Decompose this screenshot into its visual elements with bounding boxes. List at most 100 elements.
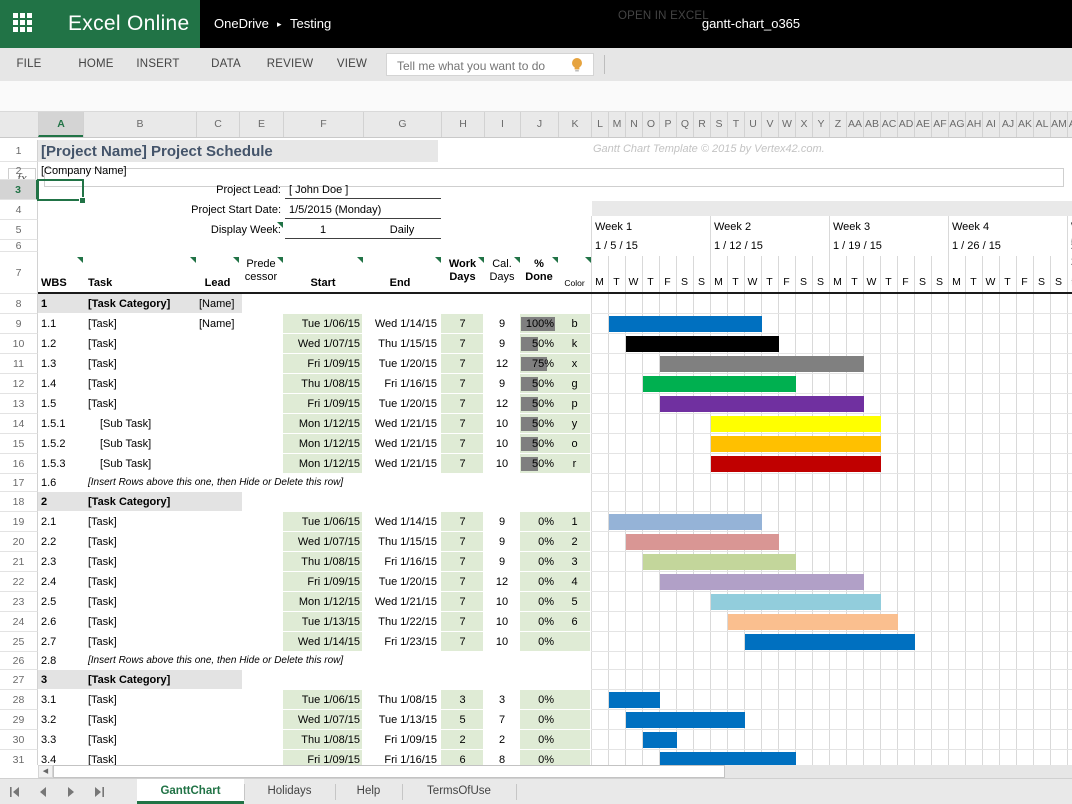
cell-color-key[interactable]: 5: [558, 592, 591, 612]
cell-done[interactable]: 50%: [520, 434, 554, 454]
cell-end[interactable]: Thu 1/15/15: [363, 532, 437, 552]
cell-start[interactable]: Tue 1/06/15: [283, 690, 360, 710]
cell-end[interactable]: Tue 1/20/15: [363, 394, 437, 414]
cell-caldays[interactable]: 9: [484, 512, 520, 532]
cell-start[interactable]: Fri 1/09/15: [283, 750, 360, 765]
cell-wbs[interactable]: 1.2: [41, 334, 56, 354]
column-header-AF[interactable]: AF: [931, 112, 948, 137]
cell-caldays[interactable]: 12: [484, 572, 520, 592]
menu-insert[interactable]: INSERT: [136, 48, 179, 81]
cell-caldays[interactable]: 9: [484, 334, 520, 354]
row-header-23[interactable]: 23: [0, 592, 38, 612]
cell-end[interactable]: Fri 1/16/15: [363, 750, 437, 765]
cell-end[interactable]: Tue 1/20/15: [363, 572, 437, 592]
cell-done[interactable]: 0%: [520, 730, 554, 750]
cell-lead[interactable]: [Name]: [199, 314, 234, 334]
column-header-AN[interactable]: AN: [1067, 112, 1072, 137]
row-header-6[interactable]: 6: [0, 240, 38, 252]
company-name-cell[interactable]: [Company Name]: [41, 163, 127, 180]
tab-holidays[interactable]: Holidays: [244, 779, 335, 804]
row-header-27[interactable]: 27: [0, 670, 38, 690]
cell-color-key[interactable]: o: [558, 434, 591, 454]
column-header-E[interactable]: E: [239, 112, 283, 137]
cell-done[interactable]: 0%: [520, 612, 554, 632]
menu-review[interactable]: REVIEW: [267, 48, 314, 81]
tell-me-search-box[interactable]: [386, 53, 594, 76]
cell-task[interactable]: [Task]: [88, 632, 117, 652]
cell-wbs[interactable]: 1.5: [41, 394, 56, 414]
cell-color-key[interactable]: y: [558, 414, 591, 434]
cell-wbs[interactable]: 2.4: [41, 572, 56, 592]
cell-task[interactable]: [Task Category]: [88, 670, 170, 690]
cell-task[interactable]: [Task]: [88, 690, 117, 710]
cell-task[interactable]: [Task]: [88, 374, 117, 394]
selected-cell-outline[interactable]: [37, 179, 84, 201]
column-header-C[interactable]: C: [196, 112, 239, 137]
cell-done[interactable]: 75%: [520, 354, 554, 374]
cell-workdays[interactable]: 5: [441, 710, 484, 730]
cell-wbs[interactable]: 2.7: [41, 632, 56, 652]
cell-workdays[interactable]: 7: [441, 414, 484, 434]
cell-caldays[interactable]: 12: [484, 394, 520, 414]
cell-start[interactable]: Mon 1/12/15: [283, 434, 360, 454]
prev-sheet-nav-icon[interactable]: [36, 785, 50, 799]
cell-wbs[interactable]: 1.3: [41, 354, 56, 374]
cell-note[interactable]: [Insert Rows above this one, then Hide o…: [88, 474, 343, 492]
column-header-AA[interactable]: AA: [846, 112, 863, 137]
column-header-K[interactable]: K: [558, 112, 591, 137]
cell-workdays[interactable]: 7: [441, 612, 484, 632]
row-header-3[interactable]: 3: [0, 180, 38, 200]
column-header-X[interactable]: X: [795, 112, 812, 137]
row-header-31[interactable]: 31: [0, 750, 38, 765]
cell-wbs[interactable]: 2.3: [41, 552, 56, 572]
cell-task[interactable]: [Task]: [88, 592, 117, 612]
cell-start[interactable]: Tue 1/06/15: [283, 314, 360, 334]
cell-caldays[interactable]: 7: [484, 710, 520, 730]
cell-wbs[interactable]: 3.2: [41, 710, 56, 730]
column-header-AC[interactable]: AC: [880, 112, 897, 137]
cell-wbs[interactable]: 1.5.1: [41, 414, 65, 434]
cell-done[interactable]: 0%: [520, 592, 554, 612]
row-header-11[interactable]: 11: [0, 354, 38, 374]
row-header-25[interactable]: 25: [0, 632, 38, 652]
cell-wbs[interactable]: 1.5.2: [41, 434, 65, 454]
column-header-M[interactable]: M: [608, 112, 625, 137]
column-header-Z[interactable]: Z: [829, 112, 846, 137]
tell-me-search-input[interactable]: [395, 55, 569, 76]
cell-caldays[interactable]: 12: [484, 354, 520, 374]
cell-workdays[interactable]: 7: [441, 572, 484, 592]
row-header-29[interactable]: 29: [0, 710, 38, 730]
column-header-AK[interactable]: AK: [1016, 112, 1033, 137]
cell-task[interactable]: [Task]: [88, 572, 117, 592]
column-header-T[interactable]: T: [727, 112, 744, 137]
column-header-Q[interactable]: Q: [676, 112, 693, 137]
cell-wbs[interactable]: 1.6: [41, 474, 56, 492]
column-header-W[interactable]: W: [778, 112, 795, 137]
row-header-8[interactable]: 8: [0, 294, 38, 314]
cell-caldays[interactable]: 10: [484, 612, 520, 632]
row-header-15[interactable]: 15: [0, 434, 38, 454]
row-header-1[interactable]: 1: [0, 140, 38, 162]
column-header-L[interactable]: L: [591, 112, 608, 137]
scrollbar-track[interactable]: [725, 765, 1072, 778]
column-header-AH[interactable]: AH: [965, 112, 982, 137]
column-header-V[interactable]: V: [761, 112, 778, 137]
column-header-AB[interactable]: AB: [863, 112, 880, 137]
column-header-I[interactable]: I: [484, 112, 520, 137]
cell-done[interactable]: 0%: [520, 750, 554, 765]
row-header-24[interactable]: 24: [0, 612, 38, 632]
cell-done[interactable]: 0%: [520, 690, 554, 710]
cell-workdays[interactable]: 7: [441, 592, 484, 612]
column-header-AI[interactable]: AI: [982, 112, 999, 137]
tab-help[interactable]: Help: [335, 779, 402, 804]
cell-task[interactable]: [Task]: [88, 394, 117, 414]
cell-start[interactable]: Tue 1/13/15: [283, 612, 360, 632]
cell-caldays[interactable]: 10: [484, 632, 520, 652]
cell-start[interactable]: Wed 1/07/15: [283, 710, 360, 730]
cell-color-key[interactable]: k: [558, 334, 591, 354]
cell-done[interactable]: 50%: [520, 374, 554, 394]
last-sheet-nav-icon[interactable]: [92, 785, 106, 799]
row-header-9[interactable]: 9: [0, 314, 38, 334]
cell-task[interactable]: [Task]: [88, 710, 117, 730]
column-header-G[interactable]: G: [363, 112, 441, 137]
